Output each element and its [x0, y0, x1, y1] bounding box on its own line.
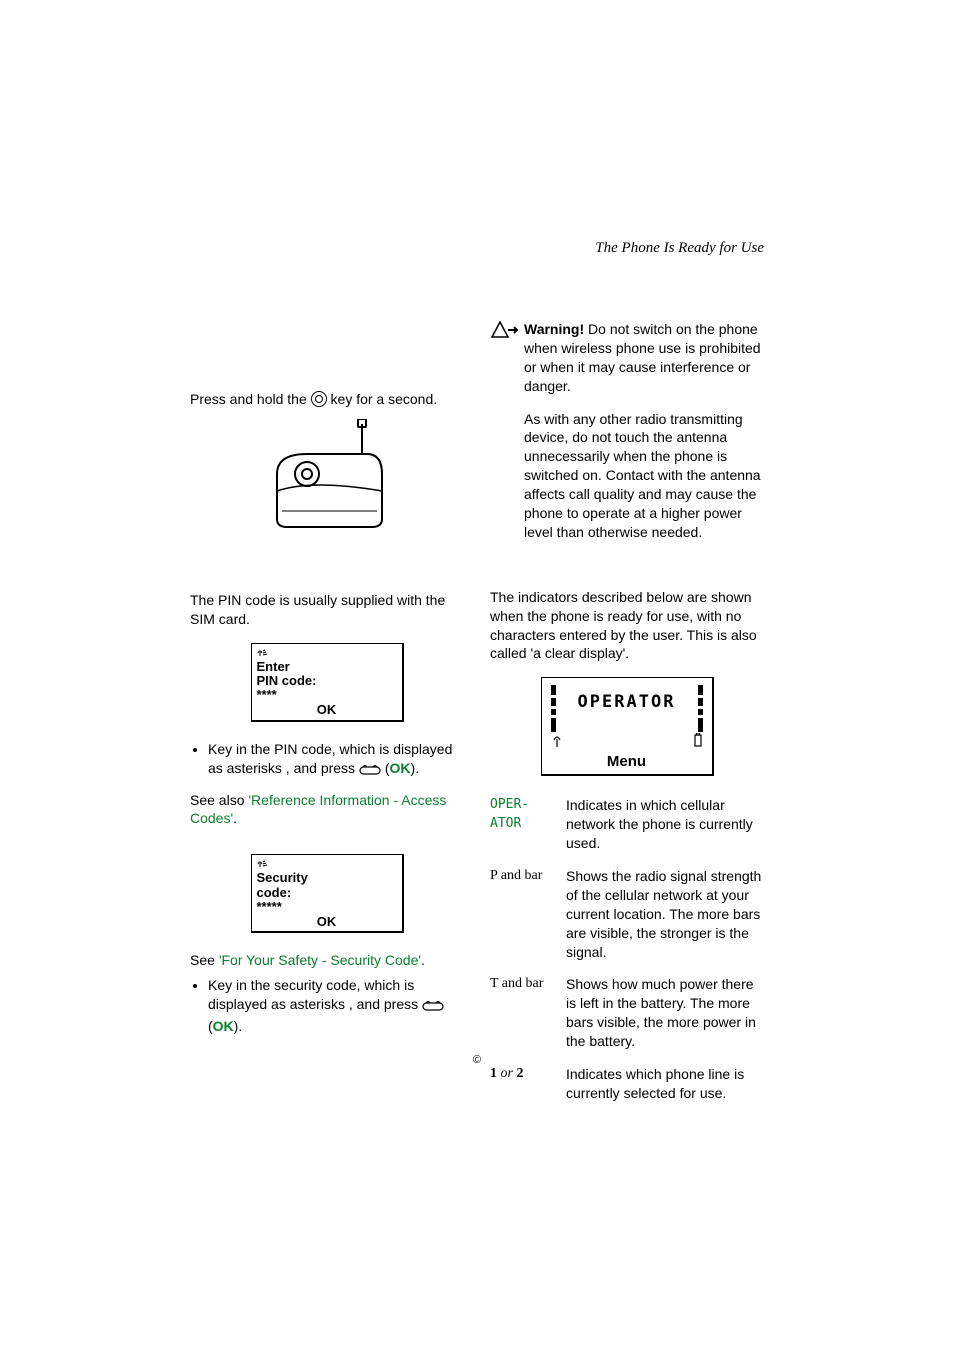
ind-desc-operator: Indicates in which cellular network the … — [566, 796, 764, 853]
see-also-end: . — [233, 810, 237, 826]
pin-display: Enter PIN code: **** OK — [251, 643, 404, 722]
warning-block: Warning! Do not switch on the phone when… — [490, 320, 764, 402]
right-column: Warning! Do not switch on the phone when… — [490, 320, 764, 1103]
see-also-prefix: See also — [190, 792, 248, 808]
pin-supplied-text: The PIN code is usually supplied with th… — [190, 591, 464, 629]
ind-desc-line: Indicates which phone line is cur­rently… — [566, 1065, 764, 1103]
see-also-line: See also 'Reference Information - Access… — [190, 791, 464, 829]
indicators-intro: The indicators described below are shown… — [490, 588, 764, 664]
safety-code-link[interactable]: 'For Your Safety - Security Code' — [219, 952, 421, 968]
ind-term-operator: OPER-ATOR — [490, 796, 556, 853]
ind-desc-battery: Shows how much power there is left in th… — [566, 975, 764, 1051]
warning-bold: Warning! — [524, 321, 588, 337]
softkey-icon — [422, 998, 444, 1017]
see2-end: . — [421, 952, 425, 968]
sec-ok: OK — [257, 915, 397, 929]
warning-icon — [490, 320, 512, 343]
power-key-icon — [311, 391, 327, 407]
ind-term-signal: P and bar — [490, 867, 556, 961]
sec-ok-label: OK — [213, 1018, 234, 1034]
operator-label: OPERATOR — [542, 692, 712, 712]
sec-bullet-list: Key in the security code, which is displ… — [190, 976, 464, 1036]
security-display: Security code: ***** OK — [251, 854, 404, 933]
pin-ok: OK — [257, 703, 397, 717]
ind-term-battery: T and bar — [490, 975, 556, 1051]
pin-mask: **** — [257, 688, 397, 702]
pin-bullet-b: . — [415, 760, 419, 776]
pin-bullet: Key in the PIN code, which is displayed … — [208, 740, 464, 781]
antenna-text: As with any other radio transmitting de­… — [524, 410, 764, 542]
battery-icon — [693, 733, 703, 750]
warning-text: Warning! Do not switch on the phone when… — [524, 320, 764, 396]
see2-prefix: See — [190, 952, 219, 968]
ind-desc-signal: Shows the radio signal strength of the c… — [566, 867, 764, 961]
sec-bullet-b: . — [238, 1018, 242, 1034]
running-header: The Phone Is Ready for Use — [595, 240, 764, 257]
footer-copyright: © — [0, 1054, 954, 1066]
menu-label: Menu — [542, 753, 712, 770]
signal-antenna-icon — [552, 733, 562, 750]
see-safety-line: See 'For Your Safety - Security Code'. — [190, 951, 464, 970]
left-column: Press and hold the key for a second. The… — [190, 320, 464, 1103]
press-hold-b: key for a second. — [331, 391, 438, 407]
sec-line2: code: — [257, 886, 397, 900]
sec-ok-paren: (OK) — [208, 1018, 238, 1034]
sec-bullet: Key in the security code, which is displ… — [208, 976, 464, 1036]
press-hold-text: Press and hold the key for a second. — [190, 390, 464, 409]
operator-display: OPERATOR Menu — [541, 677, 714, 776]
sec-bullet-a: Key in the security code, which is displ… — [208, 977, 422, 1012]
main-content: Press and hold the key for a second. The… — [190, 320, 764, 1103]
phone-illustration — [252, 419, 402, 529]
softkey-icon — [359, 762, 381, 781]
pin-line1: Enter — [257, 660, 397, 674]
ind-term-line: 1 or 2 — [490, 1065, 556, 1103]
sec-line1: Security — [257, 871, 397, 885]
pin-line2: PIN code: — [257, 674, 397, 688]
antenna-icon — [257, 647, 397, 660]
sec-mask: ***** — [257, 900, 397, 914]
press-hold-a: Press and hold the — [190, 391, 311, 407]
pin-ok-label: OK — [390, 760, 411, 776]
pin-ok-paren: (OK) — [385, 760, 415, 776]
pin-bullet-list: Key in the PIN code, which is displayed … — [190, 740, 464, 781]
